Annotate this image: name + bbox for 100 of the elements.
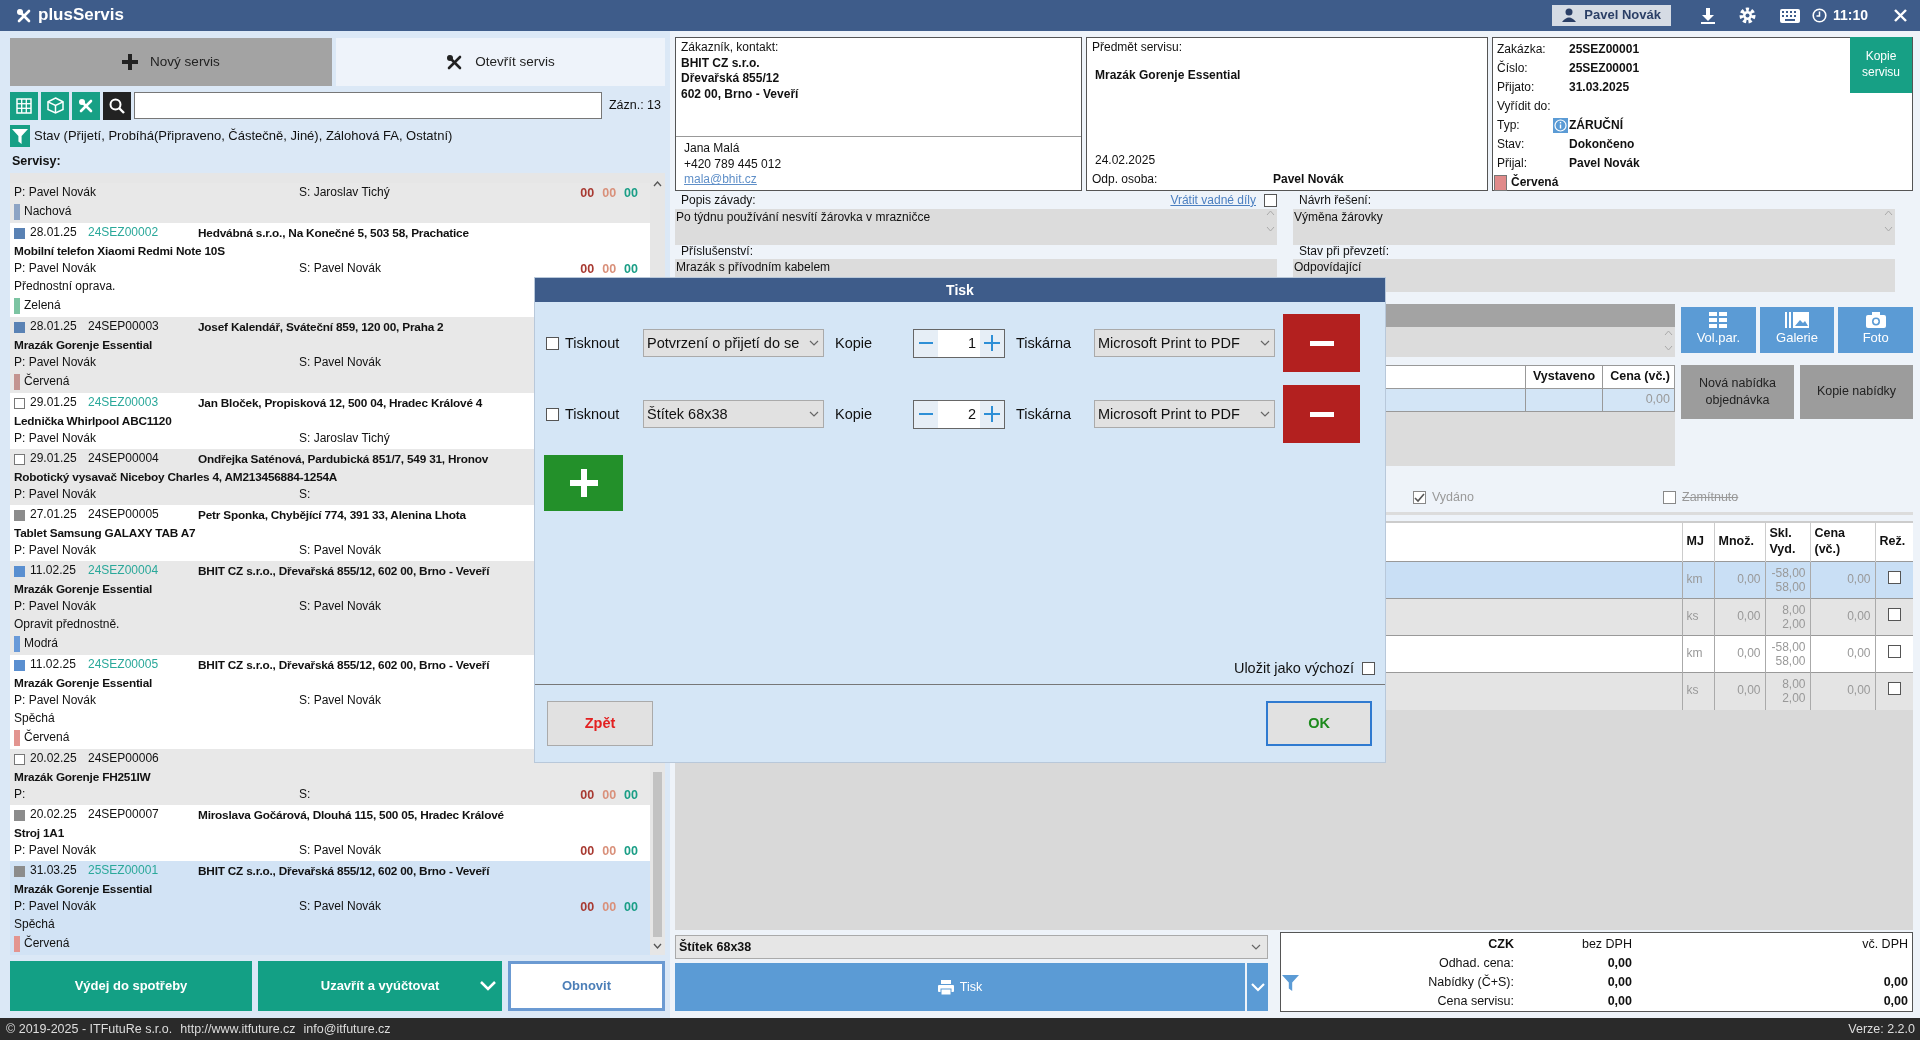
checkbox-label: Tisknout <box>565 333 621 353</box>
increment-button[interactable] <box>980 329 1004 357</box>
tools-icon <box>16 7 32 24</box>
checkbox-label: Tisknout <box>565 404 621 424</box>
printer-select[interactable]: Microsoft Print to PDF <box>1094 329 1275 357</box>
field-label: Přijal: <box>1497 155 1528 172</box>
item-title: Mrazák Gorenje Essential <box>14 881 153 897</box>
back-button[interactable]: Zpět <box>547 701 653 746</box>
offer-button[interactable]: Nová nabídka objednávka <box>1681 364 1794 419</box>
technician-name: S: <box>299 487 311 504</box>
receiver-name: P: Pavel Novák <box>14 899 97 914</box>
search-button[interactable] <box>103 91 131 120</box>
footer-link[interactable]: info@itfuture.cz <box>303 1020 391 1038</box>
checkbox[interactable] <box>1887 682 1901 696</box>
return-parts-link[interactable]: Vrátit vadné díly <box>1170 192 1256 209</box>
template-select[interactable]: Štítek 68x38 <box>643 400 824 428</box>
table-cell: 0,00 <box>1810 635 1875 673</box>
service-list-item[interactable]: 20.02.25 24SEP00007 Miroslava Gočárová, Dlouhá 115, 500 05, Hradec Králové Stroj 1A1 P: Pavel Novák S: Pavel Novák 00 00 00 <box>10 805 650 862</box>
remove-button[interactable] <box>1283 314 1360 372</box>
customer-address: BHIT CZ s.r.o., Dřevařská 855/12, 602 00, Brno - Veveří <box>198 863 490 879</box>
receiver-name: P: Pavel Novák <box>14 431 97 446</box>
counter: 00 <box>580 261 595 278</box>
decrement-button[interactable] <box>914 400 938 428</box>
minus-icon <box>1309 411 1334 417</box>
checkbox[interactable] <box>1362 661 1375 675</box>
keyboard-icon[interactable] <box>1779 8 1800 23</box>
tag-label: Červená <box>24 374 70 391</box>
decrement-button[interactable] <box>914 329 938 357</box>
item-date: 29.01.25 <box>30 451 78 468</box>
item-date: 29.01.25 <box>30 395 78 412</box>
amount: 0,00 <box>1606 974 1632 991</box>
tools-icon <box>78 97 94 114</box>
chevron-down-icon <box>480 981 496 991</box>
checkbox[interactable] <box>1264 194 1277 207</box>
tab[interactable]: Nový servis <box>10 38 332 86</box>
user-button[interactable]: Pavel Novák <box>1552 5 1671 26</box>
field-label: Nabídky (Č+S): <box>1427 974 1514 991</box>
checkbox-label: Vydáno <box>1432 489 1474 506</box>
checkbox[interactable] <box>546 336 559 350</box>
field-label: Odp. osoba: <box>1092 172 1159 188</box>
checkbox[interactable] <box>1887 645 1901 659</box>
tag-label: Červená <box>1511 174 1559 191</box>
counter: 00 <box>602 185 617 202</box>
clock-time: 11:10 <box>1832 6 1868 25</box>
footer-link[interactable]: http://www.itfuture.cz <box>180 1020 296 1038</box>
field-label: Příslušenství: <box>681 243 754 260</box>
customer-city: 602 00, Brno - Veveří <box>681 86 800 103</box>
technician-name: S: Pavel Novák <box>299 355 382 372</box>
scroll-down-icon[interactable] <box>653 943 662 949</box>
service-list-item[interactable]: 28.01.25 24SEZ00002 Hedvábná s.r.o., Na Konečné 5, 503 58, Prachatice Mobilní telefon Xiaomi Redmi Note 10S P: Pavel Novák S: Pavel Novák 00 00 00 Přednostní oprava. Zelená <box>10 223 650 318</box>
counter: 00 <box>624 185 638 202</box>
service-list-item[interactable]: 31.03.25 25SEZ00001 BHIT CZ s.r.o., Dřevařská 855/12, 602 00, Brno - Veveří Mrazák Gorenje Essential P: Pavel Novák S: Pavel Novák 00 00 00 Spěchá Červená <box>10 861 650 955</box>
offer-button[interactable]: Kopie nabídky <box>1800 364 1913 419</box>
column-header: Skl. Vyd. <box>1765 521 1810 562</box>
settings-icon[interactable] <box>1738 7 1756 24</box>
filter-button[interactable] <box>10 125 30 147</box>
scroll-up-icon[interactable] <box>653 181 662 188</box>
text-area[interactable]: Výměna žárovky <box>1293 209 1895 245</box>
filter-icon[interactable] <box>1282 974 1299 991</box>
download-icon[interactable] <box>1700 7 1715 24</box>
plus-icon <box>984 335 1000 351</box>
field-label: Cena servisu: <box>1436 993 1514 1010</box>
receiver-name: P: Pavel Novák <box>14 261 97 276</box>
tab[interactable]: Otevřít servis <box>336 38 665 86</box>
template-dropdown[interactable]: Štítek 68x38 <box>675 935 1268 959</box>
remove-button[interactable] <box>1283 385 1360 443</box>
text-area[interactable]: Odpovídající <box>1293 258 1895 292</box>
customer-address: BHIT CZ s.r.o., Dřevařská 855/12, 602 00, Brno - Veveří <box>198 657 490 673</box>
checkbox[interactable] <box>1663 491 1676 504</box>
item-number: 24SEP00003 <box>88 319 160 336</box>
action-button[interactable]: Obnovit <box>508 961 665 1011</box>
grid-button[interactable] <box>10 91 38 120</box>
grid-icon <box>16 97 32 114</box>
printer-select[interactable]: Microsoft Print to PDF <box>1094 400 1275 428</box>
search-field[interactable] <box>134 92 602 119</box>
increment-button[interactable] <box>980 400 1004 428</box>
scrollbar-thumb[interactable] <box>653 772 662 937</box>
checkbox[interactable] <box>1887 608 1901 622</box>
item-note: Přednostní oprava. <box>14 279 116 296</box>
template-select[interactable]: Potvrzení o přijetí do se <box>643 329 824 357</box>
copies-field[interactable]: 2 <box>913 399 1005 429</box>
gallery-icon <box>1785 312 1809 329</box>
field-label: Předmět servisu: <box>1092 40 1184 56</box>
record-count: Zázn.: 13 <box>608 97 661 114</box>
copies-field[interactable]: 1 <box>913 328 1005 358</box>
table-cell-text: 8,00 <box>1781 602 1806 617</box>
add-button[interactable] <box>544 455 623 511</box>
checkbox[interactable] <box>546 407 559 421</box>
item-title: Robotický vysavač Niceboy Charles 4, AM213456884-1254A <box>14 469 338 485</box>
dropdown-toggle-button[interactable] <box>1247 963 1268 1011</box>
checkbox[interactable] <box>1413 491 1426 504</box>
email-link[interactable]: mala@bhit.cz <box>684 172 757 187</box>
text-area[interactable]: Po týdnu používání nesvítí žárovka v mrazničce <box>675 209 1277 245</box>
chevron-down-icon <box>1260 410 1270 418</box>
version-text: Verze: 2.2.0 <box>1848 1020 1915 1038</box>
product-button[interactable] <box>41 91 69 120</box>
checkbox[interactable] <box>1887 571 1901 585</box>
close-icon[interactable] <box>1894 9 1907 22</box>
table-cell: 0,00 <box>1714 561 1765 599</box>
field-label: Tiskárna <box>1016 333 1073 353</box>
